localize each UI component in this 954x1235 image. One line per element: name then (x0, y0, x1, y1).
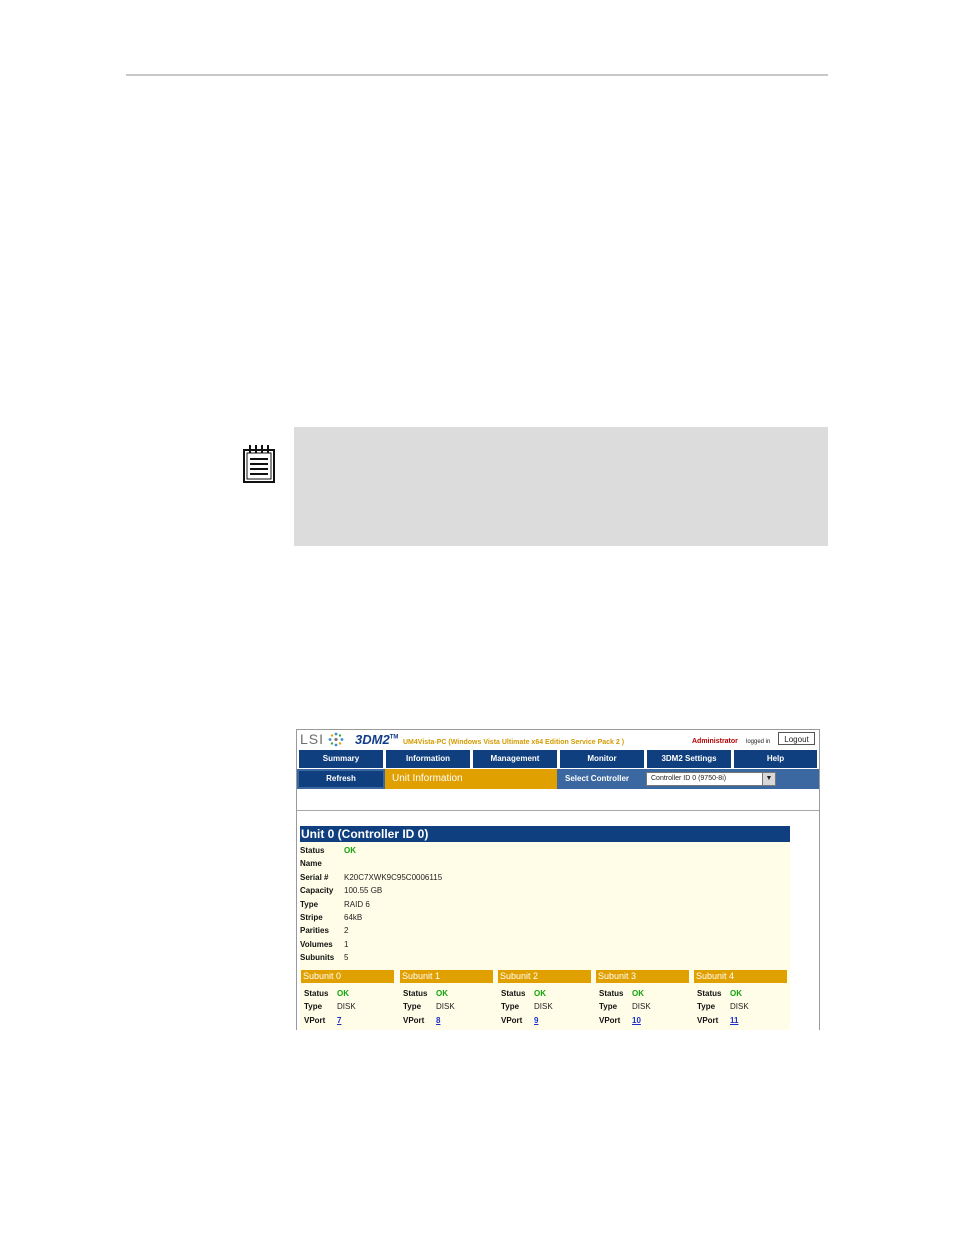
select-controller-label: Select Controller (565, 774, 630, 783)
subunit-3-vport-link[interactable]: 10 (632, 1016, 641, 1025)
subunit-2-vport: VPort 9 (501, 1016, 539, 1025)
controller-select[interactable]: Controller ID 0 (9750-8i) ▼ (646, 772, 776, 786)
unit-information-screenshot: LSI 3DM2TM UM4Vista-PC (Windows Vista Ul… (296, 729, 820, 1030)
lsi-star-icon (328, 732, 344, 747)
subunit-2-header: Subunit 2 (498, 970, 591, 983)
subunit-1-status: Status OK (403, 989, 448, 998)
logged-in-text: logged in (746, 739, 771, 745)
nav-information[interactable]: Information (386, 750, 470, 768)
subunit-1-header: Subunit 1 (400, 970, 493, 983)
unit-field-stripe: Stripe 64kB (300, 913, 363, 922)
subunit-2-vport-link[interactable]: 9 (534, 1016, 538, 1025)
subunit-4-vport: VPort 11 (697, 1016, 739, 1025)
subunit-0-vport-link[interactable]: 7 (337, 1016, 341, 1025)
subunit-1-vport: VPort 8 (403, 1016, 441, 1025)
current-page-tab: Unit Information (385, 769, 557, 789)
subunit-4-vport-link[interactable]: 11 (730, 1016, 738, 1025)
subunit-3-header: Subunit 3 (596, 970, 689, 983)
unit-field-serial: Serial # K20C7XWK9C95C0006115 (300, 873, 443, 882)
subunit-2-status: Status OK (501, 989, 546, 998)
nav-management[interactable]: Management (473, 750, 557, 768)
chevron-down-icon[interactable]: ▼ (762, 773, 775, 785)
subunit-0-status: Status OK (304, 989, 349, 998)
lsi-logo: LSI (300, 731, 325, 747)
unit-field-status: Status OK (300, 846, 356, 855)
note-box (294, 427, 828, 546)
subunit-3-status: Status OK (599, 989, 644, 998)
subunit-4-type: Type DISK (697, 1002, 749, 1011)
unit-field-subunits: Subunits 5 (300, 953, 349, 962)
product-name: 3DM2TM (355, 732, 399, 747)
subunit-0-header: Subunit 0 (301, 970, 394, 983)
host-info: UM4Vista-PC (Windows Vista Ultimate x64 … (403, 739, 625, 746)
subunit-0-vport: VPort 7 (304, 1016, 342, 1025)
refresh-button[interactable]: Refresh (299, 771, 383, 787)
subunit-4-header: Subunit 4 (694, 970, 787, 983)
nav-3dm2-settings[interactable]: 3DM2 Settings (647, 750, 731, 768)
sub-nav: Refresh Unit Information Select Controll… (297, 769, 819, 789)
unit-field-type: Type RAID 6 (300, 900, 370, 909)
main-nav: Summary Information Management Monitor 3… (297, 750, 819, 768)
nav-monitor[interactable]: Monitor (560, 750, 644, 768)
subunit-3-vport: VPort 10 (599, 1016, 641, 1025)
user-role: Administrator (692, 738, 738, 745)
unit-field-name: Name (300, 859, 322, 868)
unit-field-capacity: Capacity 100.55 GB (300, 886, 383, 895)
subunit-2-type: Type DISK (501, 1002, 553, 1011)
unit-title: Unit 0 (Controller ID 0) (300, 826, 790, 842)
nav-help[interactable]: Help (734, 750, 817, 768)
controller-select-value: Controller ID 0 (9750-8i) (651, 775, 727, 782)
subunit-3-type: Type DISK (599, 1002, 651, 1011)
note-icon (243, 445, 275, 483)
header-rule (126, 74, 828, 76)
unit-field-parities: Parities 2 (300, 926, 349, 935)
logout-button[interactable]: Logout (778, 732, 815, 745)
subunit-0-type: Type DISK (304, 1002, 356, 1011)
subunit-4-status: Status OK (697, 989, 742, 998)
app-header: LSI 3DM2TM UM4Vista-PC (Windows Vista Ul… (297, 730, 819, 750)
subunit-1-vport-link[interactable]: 8 (436, 1016, 440, 1025)
subunit-1-type: Type DISK (403, 1002, 455, 1011)
nav-summary[interactable]: Summary (299, 750, 383, 768)
content-separator (297, 810, 819, 811)
unit-field-volumes: Volumes 1 (300, 940, 349, 949)
